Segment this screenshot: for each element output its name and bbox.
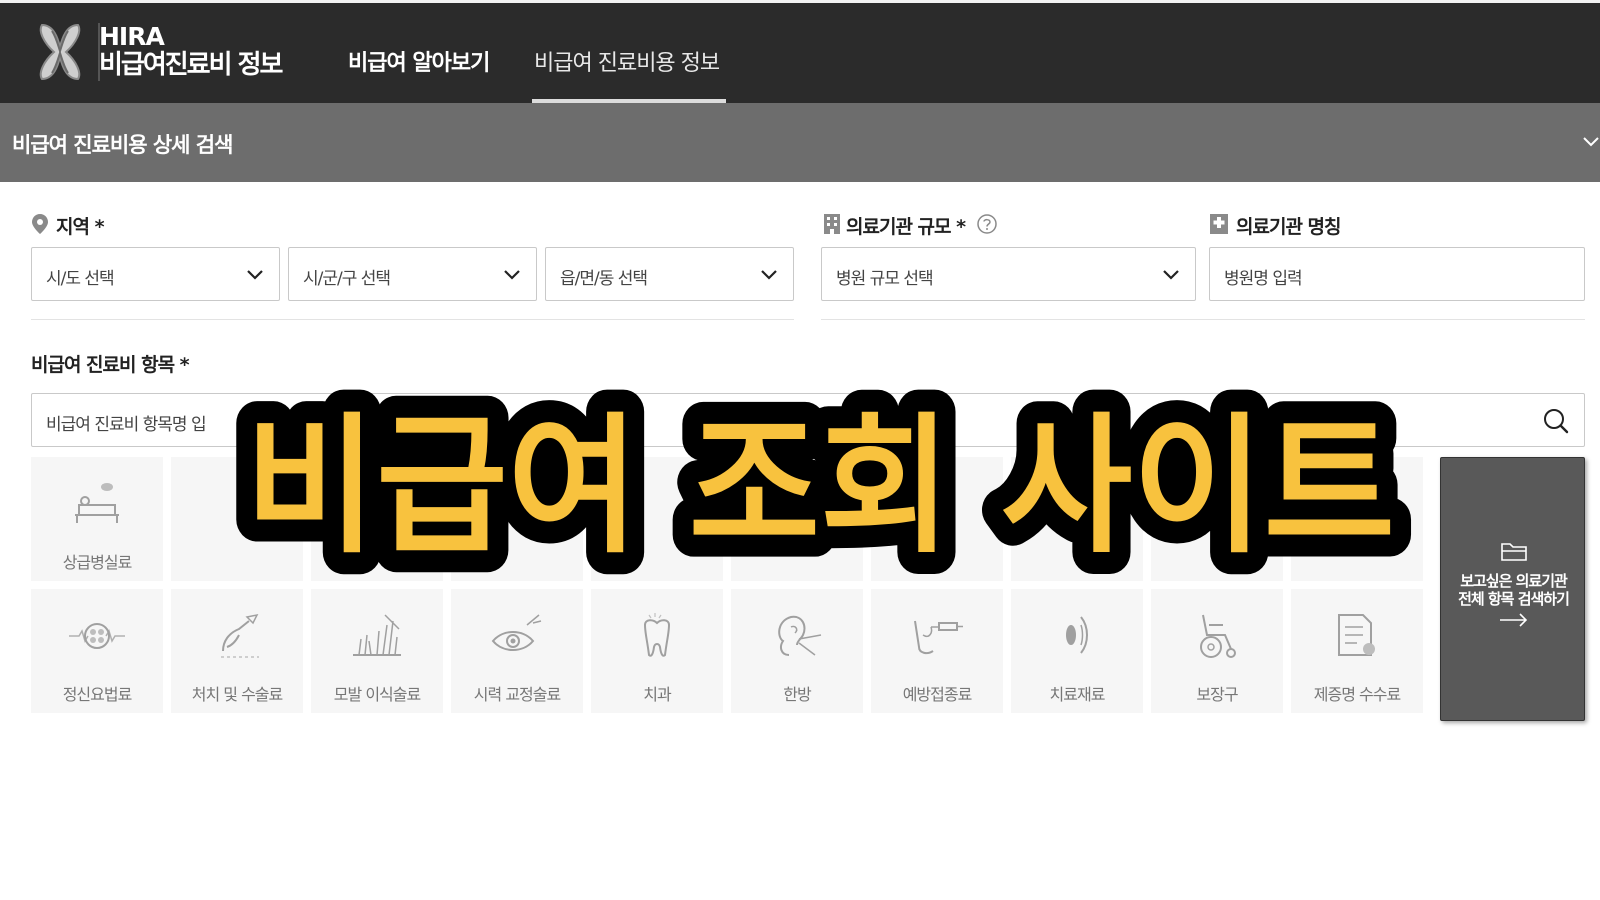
eye-icon [491, 614, 542, 651]
category-label: 모발 이식술료 [333, 685, 421, 704]
bed-icon [75, 483, 119, 523]
scalpel-hand-icon [221, 613, 259, 658]
category-label: 치과 [643, 685, 671, 704]
category-hair-transplant[interactable]: 모발 이식술료 [311, 589, 443, 713]
category-label: 예방접종료 [902, 685, 973, 704]
nav-cost-info[interactable]: 비급여 진료비용 정보 [534, 45, 720, 77]
top-header: HIRA 비급여진료비 정보 비급여 알아보기 비급여 진료비용 정보 [0, 0, 1600, 103]
location-pin-icon [32, 214, 48, 234]
ear-needle-icon [778, 615, 822, 656]
sigungu-select-text: 시/군/구 선택 [303, 269, 391, 289]
search-icon[interactable] [1542, 407, 1570, 435]
dong-select[interactable]: 읍/면/동 선택 [545, 247, 794, 301]
search-all-items-button[interactable]: 보고싶은 의료기관 전체 항목 검색하기 [1440, 457, 1585, 721]
detail-search-panel-header[interactable]: 비급여 진료비용 상세 검색 [0, 103, 1600, 182]
hospital-name-input[interactable]: 병원명 입력 [1209, 247, 1585, 301]
category-treatment-materials[interactable]: 치료재료 [1011, 589, 1143, 713]
hospital-name-input-placeholder: 병원명 입력 [1224, 269, 1303, 289]
overlay-caption-svg: 비급여 조회 사이트 비급여 조회 사이트 [223, 378, 1417, 596]
overlay-caption-text: 비급여 조회 사이트 [245, 400, 1395, 574]
category-oriental-medicine[interactable]: 한방 [731, 589, 863, 713]
folder-icon [1501, 543, 1527, 561]
category-label: 보장구 [1196, 685, 1238, 704]
search-all-items-line2: 전체 항목 검색하기 [1458, 590, 1570, 608]
scale-label: 의료기관 규모 * [846, 216, 966, 238]
category-label: 한방 [783, 685, 811, 704]
chevron-down-icon [504, 270, 520, 280]
category-label: 정신요법료 [62, 685, 133, 704]
category-label: 제증명 수수료 [1313, 685, 1401, 704]
category-psychotherapy[interactable]: 정신요법료 [31, 589, 163, 713]
category-label: 치료재료 [1049, 685, 1106, 704]
chevron-down-icon [247, 270, 263, 280]
brand-bottom: 비급여진료비 정보 [99, 50, 283, 80]
chevron-down-icon [1163, 270, 1179, 280]
category-certificate-fees[interactable]: 제증명 수수료 [1291, 589, 1423, 713]
arrow-right-icon [1500, 613, 1528, 627]
tooth-icon [643, 613, 671, 657]
region-label: 지역 * [56, 216, 105, 238]
certificate-icon [1338, 614, 1375, 656]
category-label: 처치 및 수술료 [191, 685, 284, 704]
sido-select[interactable]: 시/도 선택 [31, 247, 280, 301]
hospital-cross-icon [1210, 214, 1228, 234]
hospital-name-label: 의료기관 명칭 [1236, 216, 1341, 238]
brand-text[interactable]: HIRA 비급여진료비 정보 [99, 22, 283, 80]
wheelchair-icon [1200, 614, 1236, 658]
brand-top: HIRA [99, 22, 165, 51]
lens-icon [1066, 616, 1088, 654]
building-icon [824, 214, 840, 234]
syringe-arm-icon [914, 620, 963, 655]
hira-logo-icon[interactable] [36, 21, 84, 83]
item-search-placeholder: 비급여 진료비 항목명 입 [46, 415, 207, 435]
category-vaccination[interactable]: 예방접종료 [871, 589, 1003, 713]
help-circle-icon[interactable] [976, 213, 998, 235]
panel-title: 비급여 진료비용 상세 검색 [12, 133, 233, 157]
hair-icon [353, 614, 401, 656]
sigungu-select[interactable]: 시/군/구 선택 [288, 247, 537, 301]
hospital-scale-select-text: 병원 규모 선택 [836, 269, 934, 289]
items-label: 비급여 진료비 항목 * [31, 354, 190, 376]
category-tile[interactable]: 상급병실료 [31, 457, 163, 581]
brain-icon [69, 623, 125, 649]
chevron-down-icon [761, 270, 777, 280]
overlay-caption: 비급여 조회 사이트 비급여 조회 사이트 [205, 378, 1435, 596]
divider [31, 319, 794, 320]
category-vision-correction[interactable]: 시력 교정술료 [451, 589, 583, 713]
hospital-scale-select[interactable]: 병원 규모 선택 [821, 247, 1196, 301]
nav-learn-noncovered[interactable]: 비급여 알아보기 [348, 45, 490, 77]
category-assistive-devices[interactable]: 보장구 [1151, 589, 1283, 713]
dong-select-text: 읍/면/동 선택 [560, 269, 648, 289]
category-procedure-surgery[interactable]: 처치 및 수술료 [171, 589, 303, 713]
divider [821, 319, 1585, 320]
chevron-down-icon[interactable] [1582, 133, 1600, 151]
category-label: 시력 교정술료 [473, 685, 561, 704]
category-dental[interactable]: 치과 [591, 589, 723, 713]
sido-select-text: 시/도 선택 [46, 269, 115, 289]
category-label: 상급병실료 [62, 553, 133, 572]
